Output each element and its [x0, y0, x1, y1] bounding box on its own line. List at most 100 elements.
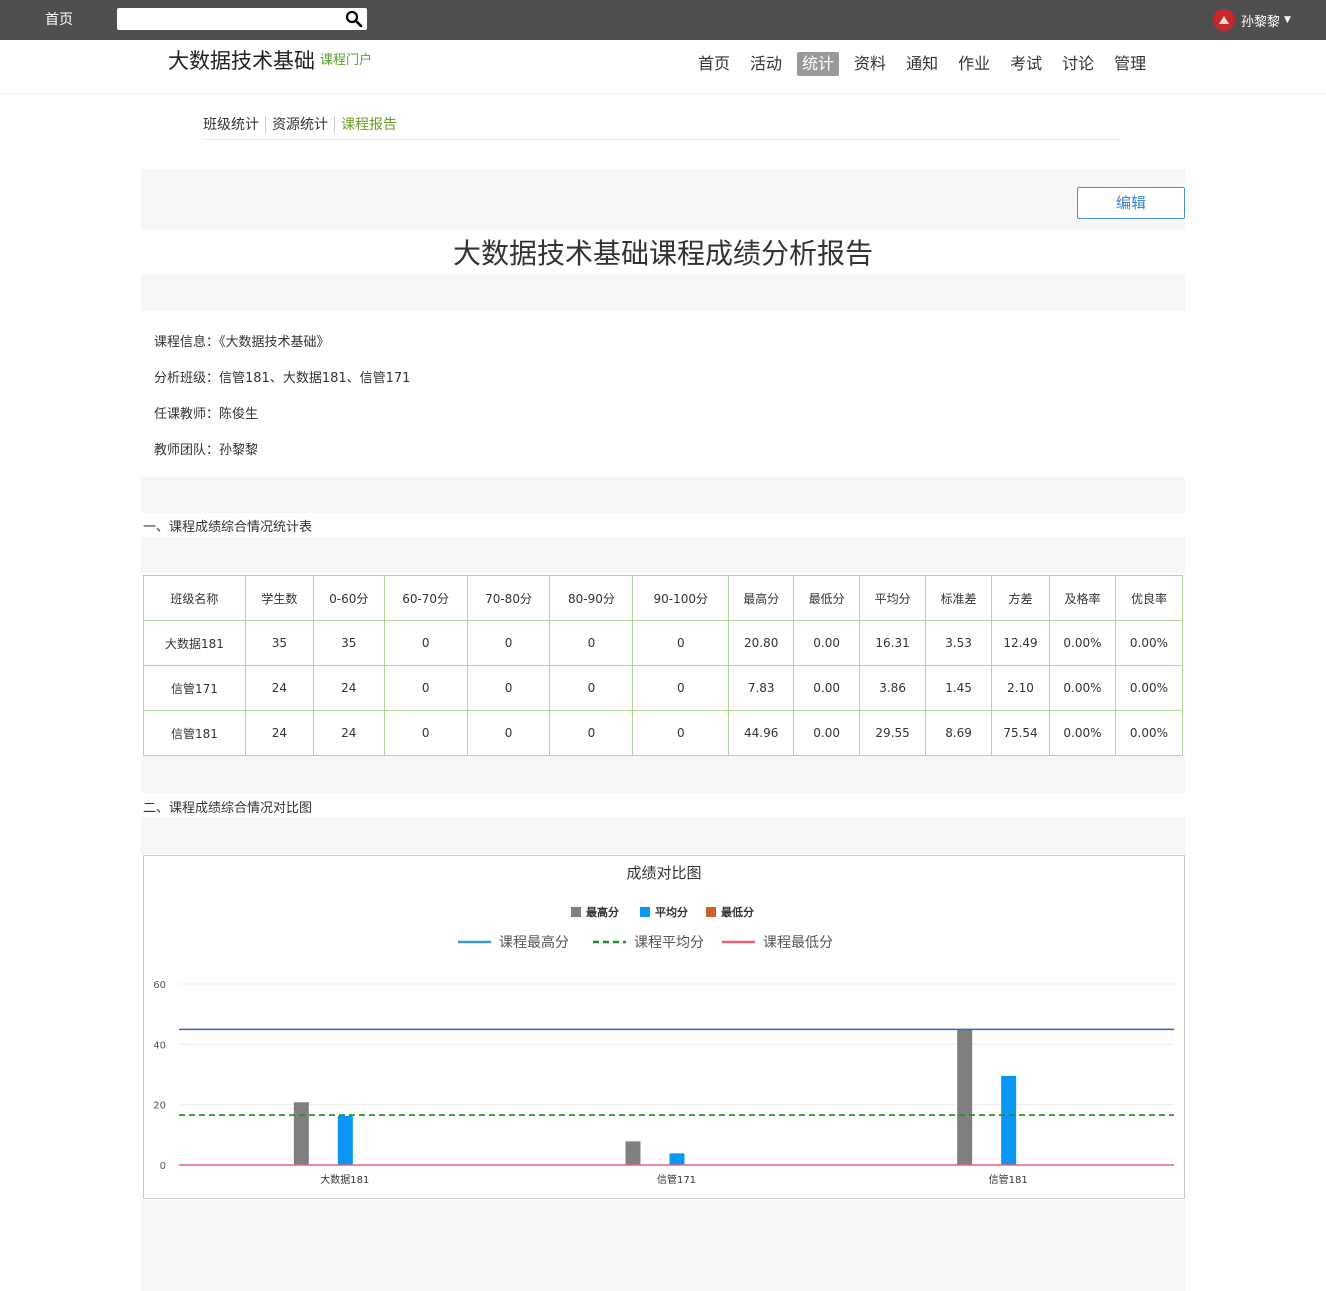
legend-label: 平均分: [655, 905, 688, 919]
table-cell: 0.00%: [1114, 620, 1184, 666]
table-header-cell: 班级名称: [143, 575, 246, 621]
table-cell: 16.31: [859, 620, 927, 666]
table-header-cell: 最高分: [728, 575, 795, 621]
table-cell: 75.54: [991, 710, 1050, 756]
info-team: 教师团队：孙黎黎: [154, 443, 259, 458]
avatar-icon: [1219, 16, 1229, 24]
stats-table: 班级名称 学生数 0-60分 60-70分 70-80分 80-90分 90-100分 最高分…: [143, 575, 1184, 756]
table-header-cell: 70-80分: [466, 575, 551, 621]
x-tick-label: 信管181: [989, 1173, 1028, 1186]
x-tick-label: 大数据181: [320, 1173, 369, 1186]
table-cell: 0.00: [793, 710, 861, 756]
course-header: 大数据技术基础 课程门户 首页 活动 统计 资料 通知 作业 考试 讨论 管理: [0, 40, 1326, 94]
nav-item-0[interactable]: 首页: [693, 52, 735, 76]
table-cell: 3.86: [859, 665, 927, 711]
table-header-cell: 方差: [991, 575, 1050, 621]
user-menu[interactable]: 孙黎黎 ▼: [1213, 9, 1291, 31]
subnav-course-report[interactable]: 课程报告: [341, 116, 403, 134]
main-nav: 首页 活动 统计 资料 通知 作业 考试 讨论 管理: [688, 52, 1156, 76]
table-header-row: 班级名称 学生数 0-60分 60-70分 70-80分 80-90分 90-100分 最高分…: [143, 575, 1184, 621]
table-header-cell: 80-90分: [549, 575, 634, 621]
table-cell: 44.96: [728, 710, 795, 756]
table-row: 信管171 24 24 0 0 0 0 7.83 0.00 3.86 1.45 2.10 0.00% 0.…: [143, 665, 1184, 711]
table-cell: 0: [383, 710, 468, 756]
table-cell: 24: [312, 710, 385, 756]
top-home-link[interactable]: 首页: [45, 9, 73, 29]
table-cell: 信管171: [143, 665, 246, 711]
table-cell: 24: [244, 665, 314, 711]
table-header-cell: 90-100分: [632, 575, 730, 621]
table-cell: 0: [549, 710, 634, 756]
bar: [337, 1115, 353, 1165]
table-header-cell: 标准差: [925, 575, 993, 621]
table-row: 信管181 24 24 0 0 0 0 44.96 0.00 29.55 8.69 75.54 0.00…: [143, 710, 1184, 756]
info-classes: 分析班级：信管181、大数据181、信管171: [154, 371, 411, 386]
table-cell: 24: [244, 710, 314, 756]
table-cell: 3.53: [925, 620, 993, 666]
course-portal-link[interactable]: 课程门户: [320, 49, 372, 68]
nav-item-4[interactable]: 通知: [901, 52, 943, 76]
search-box: [117, 8, 367, 30]
bar: [669, 1153, 685, 1165]
gray-band: [141, 537, 1185, 573]
table-cell: 0.00: [793, 665, 861, 711]
table-cell: 0.00%: [1048, 665, 1116, 711]
table-cell: 35: [244, 620, 314, 666]
comparison-chart: 成绩对比图最高分 平均分 最低分课程最高分 课程平均分 课程最低分 0 20 40 60 大数据1…: [153, 864, 1174, 1186]
table-row: 大数据181 35 35 0 0 0 0 20.80 0.00 16.31 3.53 12.49 0.0…: [143, 620, 1184, 666]
y-tick-label: 60: [153, 980, 166, 991]
table-cell: 0.00%: [1114, 665, 1184, 711]
nav-item-5[interactable]: 作业: [953, 52, 995, 76]
x-tick-label: 信管171: [657, 1173, 696, 1186]
legend-swatch: [706, 907, 716, 917]
bar: [293, 1102, 309, 1165]
table-cell: 0: [383, 665, 468, 711]
table-cell: 0.00: [793, 620, 861, 666]
chart-title: 成绩对比图: [626, 864, 701, 882]
course-title: 大数据技术基础: [168, 49, 315, 73]
nav-item-3[interactable]: 资料: [849, 52, 891, 76]
table-cell: 0.00%: [1114, 710, 1184, 756]
table-header-cell: 0-60分: [312, 575, 385, 621]
user-name: 孙黎黎: [1241, 14, 1281, 30]
table-cell: 20.80: [728, 620, 795, 666]
table-cell: 大数据181: [143, 620, 246, 666]
table-header-cell: 及格率: [1048, 575, 1116, 621]
table-cell: 0: [466, 620, 551, 666]
gray-band: [141, 756, 1185, 793]
edit-button[interactable]: 编辑: [1077, 187, 1185, 219]
gray-band: [141, 477, 1185, 513]
info-teacher: 任课教师：陈俊生: [154, 407, 259, 422]
table-cell: 0: [632, 620, 730, 666]
legend-line-label: 课程最低分: [763, 935, 833, 951]
bar: [625, 1141, 641, 1165]
search-icon[interactable]: [345, 10, 363, 28]
legend-line-label: 课程最高分: [499, 934, 569, 951]
nav-item-6[interactable]: 考试: [1005, 52, 1047, 76]
subnav-resource-stats[interactable]: 资源统计: [272, 116, 335, 134]
section-title-chart: 二、课程成绩综合情况对比图: [143, 801, 313, 816]
table-cell: 24: [312, 665, 385, 711]
table-cell: 29.55: [859, 710, 927, 756]
subnav-class-stats[interactable]: 班级统计: [203, 116, 266, 134]
nav-item-7[interactable]: 讨论: [1057, 52, 1099, 76]
avatar: [1213, 9, 1235, 31]
bar: [957, 1029, 973, 1165]
table-cell: 0.00%: [1048, 620, 1116, 666]
nav-item-1[interactable]: 活动: [745, 52, 787, 76]
nav-item-8[interactable]: 管理: [1109, 52, 1151, 76]
search-input[interactable]: [119, 10, 339, 28]
table-header-cell: 最低分: [793, 575, 861, 621]
table-cell: 0: [632, 665, 730, 711]
legend-label: 最低分: [721, 905, 754, 919]
table-cell: 0: [383, 620, 468, 666]
nav-item-2[interactable]: 统计: [797, 52, 840, 76]
table-cell: 8.69: [925, 710, 993, 756]
table-cell: 0: [632, 710, 730, 756]
chart-container: 成绩对比图 最高分 平均分 最低分 课程最高分 课程平均分 课程最低分 0 20 40 60 大数据1…: [143, 855, 1185, 1199]
table-header-cell: 60-70分: [383, 575, 468, 621]
chevron-down-icon: ▼: [1284, 15, 1291, 25]
legend-swatch: [571, 907, 581, 917]
legend-swatch: [640, 907, 650, 917]
section-title-table: 一、课程成绩综合情况统计表: [143, 520, 313, 535]
